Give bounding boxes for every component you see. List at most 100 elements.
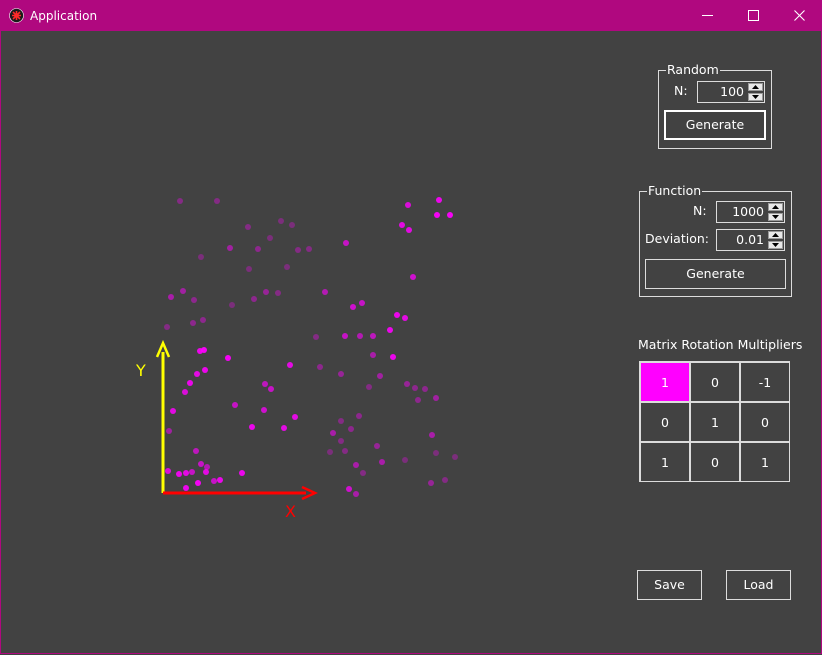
matrix-cell-0-0[interactable]: 1 [640, 362, 690, 402]
point-28 [322, 289, 328, 295]
point-57 [412, 385, 418, 391]
point-54 [377, 373, 383, 379]
point-67 [281, 425, 287, 431]
point-13 [227, 245, 233, 251]
caret-up-icon [772, 233, 779, 237]
matrix-cell-2-0[interactable]: 1 [640, 442, 690, 482]
point-26 [263, 289, 269, 295]
point-40 [357, 333, 363, 339]
matrix-cell-1-1[interactable]: 1 [690, 402, 740, 442]
point-19 [246, 266, 252, 272]
matrix-cell-0-1[interactable]: 0 [690, 362, 740, 402]
point-1 [214, 198, 220, 204]
point-27 [275, 290, 281, 296]
point-45 [390, 354, 396, 360]
point-32 [402, 315, 408, 321]
point-42 [197, 348, 203, 354]
title-bar: Application [0, 0, 822, 31]
point-68 [356, 413, 362, 419]
matrix-cell-1-2[interactable]: 0 [740, 402, 790, 442]
minimize-button[interactable] [684, 0, 730, 31]
point-47 [317, 364, 323, 370]
caret-up-icon [772, 205, 779, 209]
maximize-icon [747, 10, 759, 21]
function-n-decrement-button[interactable] [768, 213, 783, 221]
point-60 [415, 397, 421, 403]
point-96 [217, 477, 223, 483]
random-group: Random N: 100 Generate [658, 62, 772, 149]
point-5 [447, 212, 453, 218]
random-n-value: 100 [720, 84, 744, 99]
point-17 [198, 254, 204, 260]
function-deviation-stepper[interactable]: 0.01 [716, 229, 785, 251]
point-86 [165, 468, 171, 474]
function-n-increment-button[interactable] [768, 203, 783, 211]
point-73 [338, 438, 344, 444]
point-11 [267, 235, 273, 241]
point-46 [287, 362, 293, 368]
matrix-cell-2-1[interactable]: 0 [690, 442, 740, 482]
point-2 [405, 202, 411, 208]
caret-down-icon [772, 243, 779, 247]
point-36 [313, 334, 319, 340]
point-6 [399, 222, 405, 228]
function-group: Function N: 1000 Deviation: 0.01 Generat… [639, 183, 792, 297]
point-61 [433, 395, 439, 401]
point-83 [353, 462, 359, 468]
point-84 [379, 459, 385, 465]
point-85 [402, 457, 408, 463]
random-n-decrement-button[interactable] [748, 93, 763, 101]
point-91 [239, 470, 245, 476]
point-95 [183, 485, 189, 491]
point-29 [350, 304, 356, 310]
point-78 [327, 449, 333, 455]
point-cloud-canvas[interactable]: Y X [0, 31, 620, 651]
function-generate-button[interactable]: Generate [645, 259, 786, 289]
close-icon [793, 10, 805, 21]
load-button[interactable]: Load [726, 570, 791, 600]
point-66 [249, 424, 255, 430]
point-63 [232, 402, 238, 408]
point-3 [436, 197, 442, 203]
maximize-button[interactable] [730, 0, 776, 31]
point-70 [348, 426, 354, 432]
point-51 [182, 389, 188, 395]
caret-up-icon [752, 85, 759, 89]
point-81 [198, 461, 204, 467]
y-axis-label: Y [135, 361, 146, 380]
point-9 [278, 218, 284, 224]
caret-down-icon [752, 95, 759, 99]
point-99 [346, 486, 352, 492]
close-button[interactable] [776, 0, 822, 31]
minimize-icon [701, 15, 713, 16]
function-deviation-value: 0.01 [736, 232, 764, 247]
random-group-title: Random [666, 62, 720, 78]
function-n-stepper[interactable]: 1000 [716, 201, 785, 223]
point-72 [166, 428, 172, 434]
matrix-cell-2-2[interactable]: 1 [740, 442, 790, 482]
point-22 [168, 294, 174, 300]
point-74 [429, 432, 435, 438]
function-deviation-increment-button[interactable] [768, 231, 783, 239]
function-group-title: Function [647, 183, 703, 199]
point-0 [177, 198, 183, 204]
point-20 [410, 274, 416, 280]
random-n-label: N: [674, 83, 688, 98]
point-18 [284, 264, 290, 270]
matrix-cell-1-0[interactable]: 0 [640, 402, 690, 442]
point-76 [193, 448, 199, 454]
point-52 [262, 381, 268, 387]
function-deviation-decrement-button[interactable] [768, 241, 783, 249]
random-n-increment-button[interactable] [748, 83, 763, 91]
save-button[interactable]: Save [637, 570, 702, 600]
point-cloud [164, 197, 458, 497]
point-14 [255, 246, 261, 252]
random-n-stepper[interactable]: 100 [697, 81, 765, 103]
function-deviation-spin-buttons [768, 231, 783, 249]
matrix-title: Matrix Rotation Multipliers [638, 337, 803, 352]
point-97 [442, 477, 448, 483]
caret-down-icon [772, 215, 779, 219]
matrix-cell-0-2[interactable]: -1 [740, 362, 790, 402]
random-generate-button[interactable]: Generate [664, 110, 766, 140]
point-30 [359, 300, 365, 306]
